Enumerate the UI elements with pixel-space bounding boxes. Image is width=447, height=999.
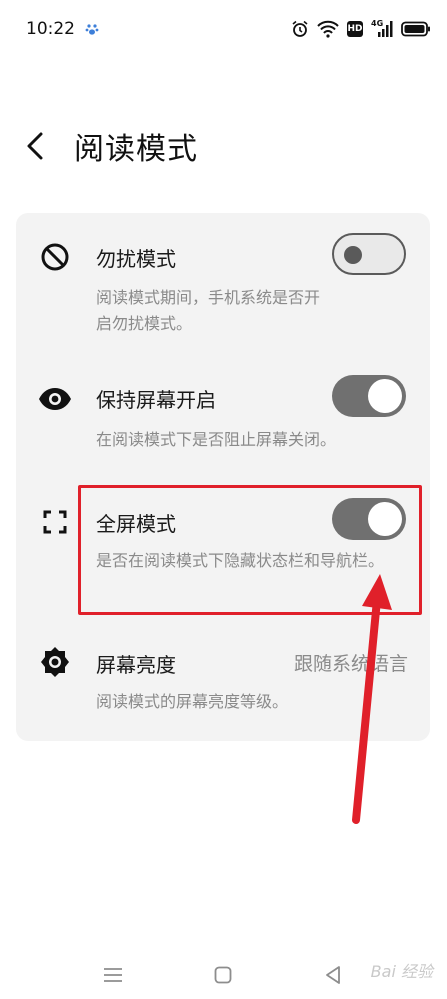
brightness-gear-icon	[38, 645, 72, 679]
setting-description: 阅读模式的屏幕亮度等级。	[96, 692, 289, 711]
eye-icon	[38, 382, 72, 416]
setting-description: 阅读模式期间，手机系统是否开启勿扰模式。	[96, 288, 321, 333]
setting-row-brightness[interactable]: 屏幕亮度 跟随系统语言 阅读模式的屏幕亮度等级。	[16, 633, 430, 733]
highlight-box	[78, 485, 422, 615]
status-time: 10:22	[26, 19, 75, 39]
setting-title: 屏幕亮度	[96, 653, 176, 677]
back-triangle-icon	[326, 966, 340, 984]
battery-icon	[401, 21, 430, 37]
setting-row-dnd: 勿扰模式 阅读模式期间，手机系统是否开启勿扰模式。	[16, 213, 430, 343]
keep-screen-on-toggle[interactable]	[332, 375, 406, 417]
brightness-value[interactable]: 跟随系统语言	[294, 649, 408, 676]
signal-icon: 4G	[371, 19, 393, 38]
dnd-toggle[interactable]	[332, 233, 406, 275]
home-button[interactable]	[210, 964, 236, 986]
page-title: 阅读模式	[74, 132, 198, 167]
menu-button[interactable]	[100, 964, 126, 986]
setting-description: 在阅读模式下是否阻止屏幕关闭。	[96, 430, 337, 449]
watermark: Bai 经验	[370, 962, 433, 981]
alarm-icon	[292, 20, 308, 37]
back-button[interactable]	[18, 128, 52, 164]
status-icons: HD 4G	[291, 19, 431, 38]
toggle-knob	[368, 379, 402, 413]
setting-row-keep-screen-on: 保持屏幕开启 在阅读模式下是否阻止屏幕关闭。	[16, 353, 430, 473]
notification-paw-icon	[85, 24, 99, 35]
do-not-disturb-icon	[38, 240, 72, 274]
hd-icon: HD	[347, 21, 363, 37]
home-icon	[214, 966, 232, 984]
menu-icon	[104, 968, 122, 982]
status-bar: 10:22 HD 4G	[0, 0, 447, 60]
settings-card: 勿扰模式 阅读模式期间，手机系统是否开启勿扰模式。 保持屏幕开启 在阅读模式下是…	[16, 213, 430, 741]
setting-title: 保持屏幕开启	[96, 388, 216, 412]
chevron-left-icon	[27, 132, 43, 160]
fullscreen-icon	[38, 505, 72, 539]
toggle-knob	[344, 246, 362, 264]
setting-title: 勿扰模式	[96, 247, 176, 271]
nav-back-button[interactable]	[320, 964, 346, 986]
wifi-icon	[317, 20, 339, 38]
